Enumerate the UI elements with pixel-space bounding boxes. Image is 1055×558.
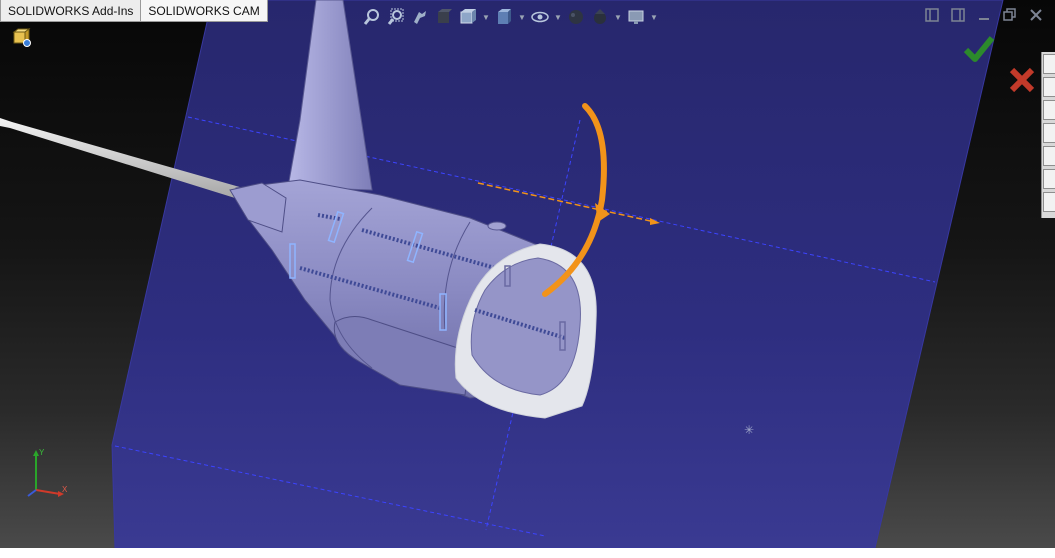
accept-checkmark-icon[interactable]	[962, 34, 996, 64]
model-view[interactable]	[0, 0, 1055, 548]
window-controls	[923, 6, 1045, 24]
close-icon[interactable]	[1027, 6, 1045, 24]
origin-marker: ✳	[744, 423, 755, 437]
home-icon[interactable]	[1043, 54, 1055, 74]
apply-scene-icon[interactable]	[590, 7, 610, 27]
custom-properties-icon[interactable]	[1043, 169, 1055, 189]
chevron-down-icon[interactable]: ▼	[650, 7, 658, 27]
antenna	[487, 221, 507, 231]
cancel-x-icon[interactable]	[1008, 66, 1036, 94]
heads-up-view-toolbar: ▼ ▼ ▼ ▼ ▼	[362, 6, 658, 28]
graphics-area[interactable]: ✳ Y X	[0, 0, 1055, 548]
part-icon[interactable]	[12, 28, 32, 48]
minimize-icon[interactable]	[975, 6, 993, 24]
appearances-icon[interactable]	[1043, 146, 1055, 166]
chevron-down-icon[interactable]: ▼	[554, 7, 562, 27]
zoom-to-area-icon[interactable]	[386, 7, 406, 27]
tab-solidworks-add-ins[interactable]: SOLIDWORKS Add-Ins	[0, 0, 142, 22]
edit-appearance-icon[interactable]	[566, 7, 586, 27]
view-orientation-icon[interactable]	[458, 7, 478, 27]
task-pane	[1041, 52, 1055, 218]
tile-horizontal-icon[interactable]	[949, 6, 967, 24]
tab-solidworks-cam[interactable]: SOLIDWORKS CAM	[141, 0, 268, 22]
svg-text:X: X	[62, 485, 68, 494]
section-view-icon[interactable]	[434, 7, 454, 27]
previous-view-icon[interactable]	[410, 7, 430, 27]
hide-show-items-icon[interactable]	[530, 7, 550, 27]
restore-icon[interactable]	[1001, 6, 1019, 24]
chevron-down-icon[interactable]: ▼	[482, 7, 490, 27]
svg-text:Y: Y	[39, 448, 45, 457]
chevron-down-icon[interactable]: ▼	[518, 7, 526, 27]
reference-triad[interactable]: Y X	[24, 446, 70, 502]
status-strip	[0, 548, 1055, 558]
display-style-icon[interactable]	[494, 7, 514, 27]
design-library-icon[interactable]	[1043, 77, 1055, 97]
forum-icon[interactable]	[1043, 192, 1055, 212]
file-explorer-icon[interactable]	[1043, 100, 1055, 120]
chevron-down-icon[interactable]: ▼	[614, 7, 622, 27]
tile-vertical-icon[interactable]	[923, 6, 941, 24]
view-settings-icon[interactable]	[626, 7, 646, 27]
zoom-to-fit-icon[interactable]	[362, 7, 382, 27]
view-palette-icon[interactable]	[1043, 123, 1055, 143]
command-manager-tabs: SOLIDWORKS Add-Ins SOLIDWORKS CAM	[0, 0, 268, 23]
